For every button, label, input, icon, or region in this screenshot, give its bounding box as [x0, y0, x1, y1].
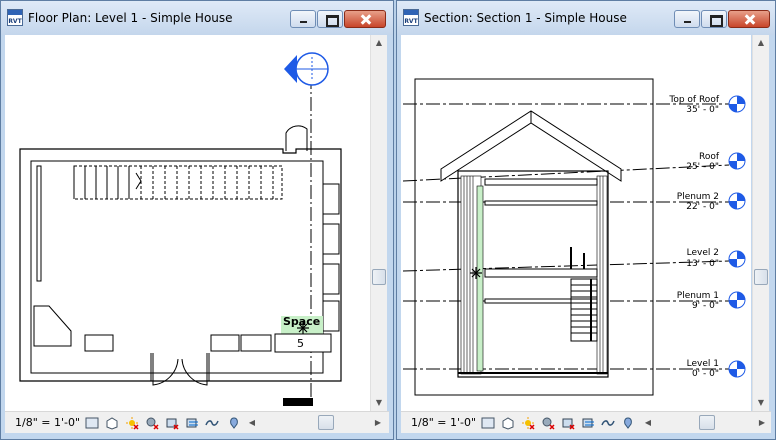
- level-elevation: 13' - 0": [686, 259, 719, 269]
- sun-path-icon[interactable]: [521, 416, 535, 430]
- maximize-button[interactable]: [317, 10, 343, 28]
- scroll-right-arrow-icon[interactable]: ▶: [371, 414, 385, 431]
- detail-level-icon[interactable]: [481, 416, 495, 430]
- horizontal-scroll-thumb[interactable]: [699, 415, 715, 430]
- level-name: Level 2: [687, 248, 719, 258]
- shadows-icon[interactable]: [541, 416, 555, 430]
- floor-plan-drawing: Space 5: [19, 52, 342, 406]
- floor-plan-view-control-bar: 1/8" = 1'-0" ◀ ▶: [5, 411, 389, 433]
- crop-view-icon[interactable]: [561, 416, 575, 430]
- minimize-button[interactable]: [674, 10, 700, 28]
- scroll-left-arrow-icon[interactable]: ◀: [641, 414, 655, 431]
- window-controls: [673, 10, 770, 28]
- view-scale[interactable]: 1/8" = 1'-0": [411, 416, 476, 429]
- revit-document-icon: RVT: [7, 9, 23, 26]
- window-controls: [289, 10, 386, 28]
- crop-region: [414, 78, 654, 396]
- level-name: Plenum 2: [677, 192, 719, 202]
- view-scale[interactable]: 1/8" = 1'-0": [15, 416, 80, 429]
- stair: [73, 165, 283, 200]
- minimize-button[interactable]: [290, 10, 316, 28]
- sun-path-icon[interactable]: [125, 416, 139, 430]
- close-button[interactable]: [728, 10, 770, 28]
- temporary-hide-icon[interactable]: [601, 416, 615, 430]
- reveal-hidden-icon[interactable]: [227, 416, 241, 430]
- floor-plan-window-title: Floor Plan: Level 1 - Simple House: [28, 11, 233, 25]
- section-window[interactable]: RVT Section: Section 1 - Simple House To…: [396, 0, 776, 440]
- right-wall-windows: [322, 183, 340, 332]
- space-tag-number: 5: [297, 337, 304, 350]
- vertical-scroll-thumb[interactable]: [372, 269, 386, 285]
- level-name: Level 1: [687, 359, 719, 369]
- entry-door: [285, 125, 308, 151]
- section-vertical-scrollbar[interactable]: ▲ ▼: [752, 35, 769, 411]
- stair-section: [570, 278, 598, 342]
- level-head-plenum-2: Plenum 2 22' - 0": [677, 192, 746, 212]
- show-crop-icon[interactable]: [185, 416, 199, 430]
- section-window-title: Section: Section 1 - Simple House: [424, 11, 627, 25]
- show-crop-icon[interactable]: [581, 416, 595, 430]
- level-elevation: 9' - 0": [692, 301, 719, 311]
- level-name: Roof: [699, 152, 720, 162]
- close-button[interactable]: [344, 10, 386, 28]
- maximize-button[interactable]: [701, 10, 727, 28]
- level-name: Plenum 1: [677, 291, 719, 301]
- level-elevation: 22' - 0": [686, 202, 719, 212]
- level-head-top-of-roof: Top of Roof 35' - 0": [668, 95, 746, 115]
- section-head-icon: [284, 52, 329, 86]
- visual-style-icon[interactable]: [501, 416, 515, 430]
- floor-plan-horizontal-scrollbar[interactable]: ◀ ▶: [245, 414, 385, 431]
- reveal-hidden-icon[interactable]: [621, 416, 635, 430]
- level-head-roof: Roof 25' - 0": [686, 152, 746, 172]
- level-elevation: 25' - 0": [686, 162, 719, 172]
- section-view-control-bar: 1/8" = 1'-0" ◀ ▶: [401, 411, 771, 433]
- visual-style-icon[interactable]: [105, 416, 119, 430]
- corner-cabinet: [33, 305, 72, 347]
- vertical-scroll-thumb[interactable]: [754, 269, 768, 285]
- section-tail-icon: [283, 398, 313, 406]
- section-canvas[interactable]: Top of Roof 35' - 0" Roof 25' - 0" Plenu…: [401, 35, 751, 411]
- level-elevation: 0' - 0": [692, 369, 719, 379]
- section-horizontal-scrollbar[interactable]: ◀ ▶: [641, 414, 769, 431]
- scroll-left-arrow-icon[interactable]: ◀: [245, 414, 259, 431]
- scroll-up-arrow-icon[interactable]: ▲: [753, 35, 769, 51]
- right-wall-section: [596, 175, 608, 375]
- shadows-icon[interactable]: [145, 416, 159, 430]
- detail-level-icon[interactable]: [85, 416, 99, 430]
- horizontal-scroll-thumb[interactable]: [318, 415, 334, 430]
- section-drawing: Top of Roof 35' - 0" Roof 25' - 0" Plenu…: [402, 78, 746, 396]
- floor-plan-vertical-scrollbar[interactable]: ▲ ▼: [370, 35, 387, 411]
- level-head-level-1: Level 1 0' - 0": [687, 359, 746, 379]
- scroll-down-arrow-icon[interactable]: ▼: [371, 395, 387, 411]
- temporary-hide-icon[interactable]: [205, 416, 219, 430]
- section-title-bar[interactable]: RVT Section: Section 1 - Simple House: [397, 1, 775, 35]
- revit-document-icon: RVT: [403, 9, 419, 26]
- scroll-right-arrow-icon[interactable]: ▶: [755, 414, 769, 431]
- crop-view-icon[interactable]: [165, 416, 179, 430]
- scroll-up-arrow-icon[interactable]: ▲: [371, 35, 387, 51]
- floor-plan-window[interactable]: RVT Floor Plan: Level 1 - Simple House S…: [0, 0, 394, 440]
- floor-plan-title-bar[interactable]: RVT Floor Plan: Level 1 - Simple House: [1, 1, 393, 35]
- floor-plan-canvas[interactable]: Space 5: [5, 35, 371, 411]
- level-head-level-2: Level 2 13' - 0": [686, 248, 746, 269]
- left-wall-section: [460, 175, 484, 375]
- level-elevation: 35' - 0": [686, 105, 719, 115]
- level-name: Top of Roof: [668, 95, 719, 105]
- bottom-wall-openings: [84, 334, 272, 386]
- scroll-down-arrow-icon[interactable]: ▼: [753, 395, 769, 411]
